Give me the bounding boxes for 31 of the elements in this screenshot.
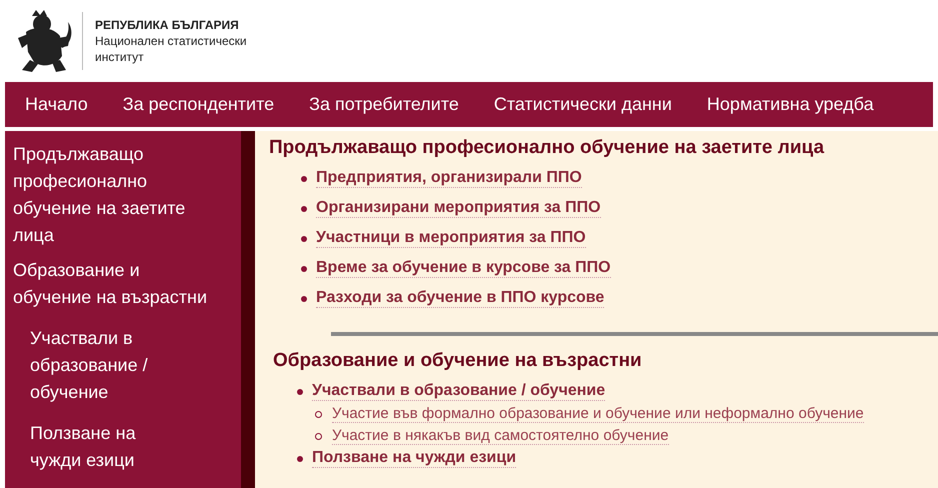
topic-link[interactable]: Участвали в образование / обучение [312, 382, 606, 401]
nav-link[interactable]: За потребителите [309, 94, 459, 115]
bullet-icon [301, 296, 307, 302]
topic-link[interactable]: Време за обучение в курсове за ППО [316, 259, 611, 278]
sidebar-link[interactable]: Образование и обучение на възрастни [13, 257, 218, 311]
topic-link[interactable]: Организирани мероприятия за ППО [316, 199, 601, 218]
nav-link[interactable]: Статистически данни [494, 94, 672, 115]
nav-link[interactable]: За респондентите [122, 94, 274, 115]
subtopic-link[interactable]: Участие във формално образование и обучение или неформално обучение [332, 405, 864, 423]
bullet-icon [301, 206, 307, 212]
site-subtitle: Национален статистически институт [95, 33, 248, 65]
site-title: РЕПУБЛИКА БЪЛГАРИЯ [95, 17, 240, 33]
section-heading: Продължаващо професионално обучение на заетите лица [269, 137, 826, 159]
bullet-icon [301, 236, 307, 242]
sidebar-link[interactable]: Участвали в образование / обучение [30, 325, 180, 406]
nav-link[interactable]: Начало [25, 94, 88, 115]
subtopic-link[interactable]: Участие в някакъв вид самостоятелно обучение [332, 427, 669, 445]
bullet-icon [297, 456, 303, 462]
circle-bullet-icon [315, 432, 322, 440]
nav-link[interactable]: Нормативна уредба [706, 94, 874, 115]
sidebar-link[interactable]: Ползване на чужди езици [30, 420, 180, 474]
sidebar-link[interactable]: Продължаващо професионално обучение на заетите лица [13, 141, 218, 249]
topic-link[interactable]: Ползване на чужди езици [312, 449, 516, 468]
bullet-icon [301, 266, 307, 272]
bullet-icon [297, 388, 303, 394]
bullet-icon [301, 176, 307, 182]
section-heading: Образование и обучение на възрастни [273, 350, 643, 372]
topic-link[interactable]: Разходи за обучение в ППО курсове [316, 289, 604, 308]
topic-link[interactable]: Участници в мероприятия за ППО [316, 229, 586, 248]
topic-link[interactable]: Предприятия, организирали ППО [316, 169, 582, 188]
circle-bullet-icon [315, 410, 322, 418]
